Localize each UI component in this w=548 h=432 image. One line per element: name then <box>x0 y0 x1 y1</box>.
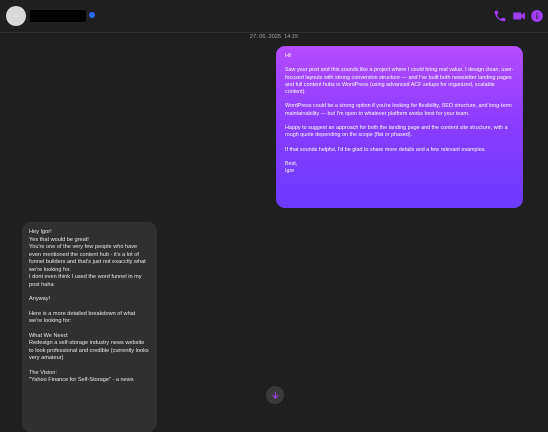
incoming-message-bubble[interactable]: Hey Igor! Yes that would be great! You'r… <box>22 222 157 432</box>
message-paragraph: Happy to suggest an approach for both th… <box>285 125 508 139</box>
message-paragraph: WordPress could be a strong option if yo… <box>285 103 512 117</box>
contact-name-redacted[interactable] <box>30 10 86 22</box>
message-paragraph: Hi! <box>285 53 292 59</box>
outgoing-message-bubble[interactable]: Hi! Saw your post and this sounds like a… <box>276 46 523 208</box>
arrow-down-icon <box>271 391 279 399</box>
message-paragraph: What We Need: Redesign a self-storage in… <box>29 332 149 362</box>
message-paragraph: Anyway! <box>29 296 51 302</box>
message-paragraph: If that sounds helpful, I'd be glad to s… <box>285 146 486 153</box>
message-paragraph: The Vision: "Yahoo Finance for Self-Stor… <box>29 369 134 384</box>
scroll-to-bottom-button[interactable] <box>266 386 284 404</box>
online-status-icon <box>89 12 95 18</box>
avatar[interactable] <box>6 6 26 26</box>
info-icon[interactable] <box>530 9 544 23</box>
message-timestamp: 27. 06. 2025. 14:15 <box>249 34 299 40</box>
conversation-header <box>0 0 548 33</box>
phone-icon[interactable] <box>493 9 507 23</box>
message-paragraph: Saw your post and this sounds like a pro… <box>285 67 514 96</box>
message-paragraph: Here is a more detailed breakdown of wha… <box>29 310 136 325</box>
message-paragraph: Hey Igor! Yes that would be great! You'r… <box>29 229 146 288</box>
video-camera-icon[interactable] <box>512 9 526 23</box>
message-signature: Best, Igor <box>285 160 298 175</box>
